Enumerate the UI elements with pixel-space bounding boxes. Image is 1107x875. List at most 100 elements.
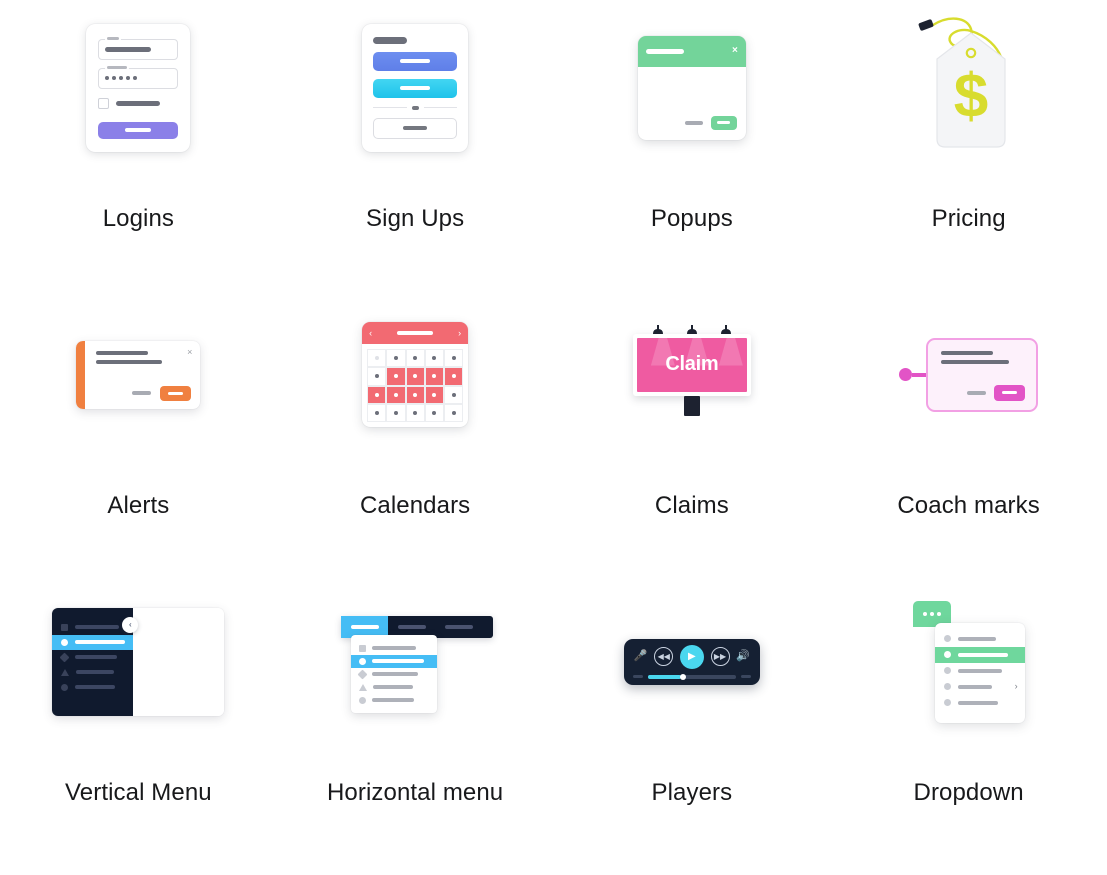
popup-confirm-button xyxy=(710,115,737,130)
coach-tooltip-card xyxy=(925,337,1038,412)
remember-me-row xyxy=(98,97,178,109)
price-tag-graphic: $ xyxy=(918,17,1006,148)
alert-card: × xyxy=(76,340,201,409)
menu-item xyxy=(351,694,437,707)
billboard-post xyxy=(683,395,700,416)
dropdown-option xyxy=(935,695,1025,711)
calendar-card: ‹ › xyxy=(362,322,469,427)
player-progress xyxy=(632,673,751,680)
password-field xyxy=(98,65,179,89)
menu-item xyxy=(351,668,437,681)
calendar-month-title xyxy=(397,331,434,335)
alert-action-button xyxy=(160,385,192,401)
password-field-legend xyxy=(105,65,130,70)
alert-title xyxy=(96,350,149,355)
item-label: Popups xyxy=(650,205,733,232)
diamond-icon xyxy=(357,669,368,679)
circle-icon xyxy=(943,651,951,658)
circle-icon xyxy=(359,696,367,704)
sidebar-item-active xyxy=(52,634,134,650)
dropdown-option-active xyxy=(934,646,1025,663)
billboard-icon: Claim xyxy=(554,287,831,462)
square-icon xyxy=(61,623,69,631)
gallery-item-claims[interactable]: Claim Claims xyxy=(554,287,831,574)
signup-form-icon xyxy=(277,0,554,175)
circle-icon xyxy=(943,699,951,706)
popup-header: × xyxy=(637,35,746,67)
item-label: Calendars xyxy=(359,492,471,519)
signup-primary-button xyxy=(373,51,458,71)
circle-icon xyxy=(943,683,951,690)
gallery-item-coach-marks[interactable]: Coach marks xyxy=(830,287,1107,574)
close-icon: × xyxy=(732,45,738,56)
circle-icon xyxy=(61,683,69,691)
next-month-icon: › xyxy=(458,328,462,338)
progress-bar xyxy=(647,673,736,680)
coach-title xyxy=(940,350,993,355)
popup-dialog-icon: × xyxy=(554,0,831,175)
coach-skip-link xyxy=(966,390,986,395)
gallery-item-vertical-menu[interactable]: ‹ Vertical Menu xyxy=(0,574,277,861)
login-form-icon xyxy=(0,0,277,175)
player-bar: 🎤 ◀◀ ▶ ▶▶ 🔊 xyxy=(623,638,760,685)
item-label: Logins xyxy=(102,205,175,232)
email-field-value xyxy=(105,46,152,52)
coach-message xyxy=(940,359,1009,364)
checkbox-icon xyxy=(98,97,110,109)
gallery-item-calendars[interactable]: ‹ › Calendars xyxy=(277,287,554,574)
volume-icon: 🔊 xyxy=(736,650,750,662)
dropdown-option xyxy=(935,663,1025,679)
nav-tab xyxy=(436,616,483,638)
gallery-item-sign-ups[interactable]: Sign Ups xyxy=(277,0,554,287)
popup-body xyxy=(638,67,746,140)
chevron-right-icon: › xyxy=(1014,681,1018,691)
coach-next-button xyxy=(993,384,1025,401)
login-card xyxy=(86,23,191,152)
item-label: Pricing xyxy=(931,205,1006,232)
triangle-icon xyxy=(61,668,70,676)
dropdown-option xyxy=(935,631,1025,647)
signup-card xyxy=(362,23,469,152)
signup-ghost-button xyxy=(373,117,458,139)
vertical-menu-icon: ‹ xyxy=(0,574,277,749)
calendar-header: ‹ › xyxy=(362,322,469,344)
dropdown-panel: › xyxy=(934,622,1025,723)
vertical-menu-card: ‹ xyxy=(52,607,225,716)
mic-icon: 🎤 xyxy=(633,650,648,662)
gallery-item-popups[interactable]: × Popups xyxy=(554,0,831,287)
fast-forward-icon: ▶▶ xyxy=(710,647,730,666)
gallery-item-pricing[interactable]: $ Pricing xyxy=(830,0,1107,287)
menu-item xyxy=(351,681,437,694)
coach-anchor-dot xyxy=(898,368,912,381)
popup-title xyxy=(645,48,684,54)
signup-title xyxy=(373,36,408,44)
currency-symbol: $ xyxy=(953,62,987,131)
calendar-icon: ‹ › xyxy=(277,287,554,462)
signup-divider xyxy=(373,105,458,110)
elapsed-time xyxy=(632,675,643,678)
email-field xyxy=(98,36,179,60)
item-label: Claims xyxy=(654,492,729,519)
gallery-item-dropdown[interactable]: › Dropdown xyxy=(830,574,1107,861)
coach-connector xyxy=(911,372,926,377)
billboard-panel: Claim xyxy=(632,333,751,396)
menu-item xyxy=(351,642,437,655)
menu-item-active xyxy=(351,654,438,668)
circle-icon xyxy=(943,635,951,642)
item-label: Sign Ups xyxy=(366,205,465,232)
triangle-icon xyxy=(359,683,368,691)
gallery-item-logins[interactable]: Logins xyxy=(0,0,277,287)
progress-handle xyxy=(679,673,686,680)
item-label: Players xyxy=(651,779,733,806)
gallery-item-horizontal-menu[interactable]: Horizontal menu xyxy=(277,574,554,861)
alert-banner-icon: × xyxy=(0,287,277,462)
square-icon xyxy=(359,644,367,652)
item-label: Horizontal menu xyxy=(327,779,504,806)
alert-accent-stripe xyxy=(76,340,86,409)
item-label: Coach marks xyxy=(897,492,1040,519)
calendar-grid xyxy=(362,344,468,427)
gallery-item-players[interactable]: 🎤 ◀◀ ▶ ▶▶ 🔊 Players xyxy=(554,574,831,861)
gallery-item-alerts[interactable]: × Alerts xyxy=(0,287,277,574)
diamond-icon xyxy=(59,652,70,662)
dot-icon xyxy=(929,611,934,616)
